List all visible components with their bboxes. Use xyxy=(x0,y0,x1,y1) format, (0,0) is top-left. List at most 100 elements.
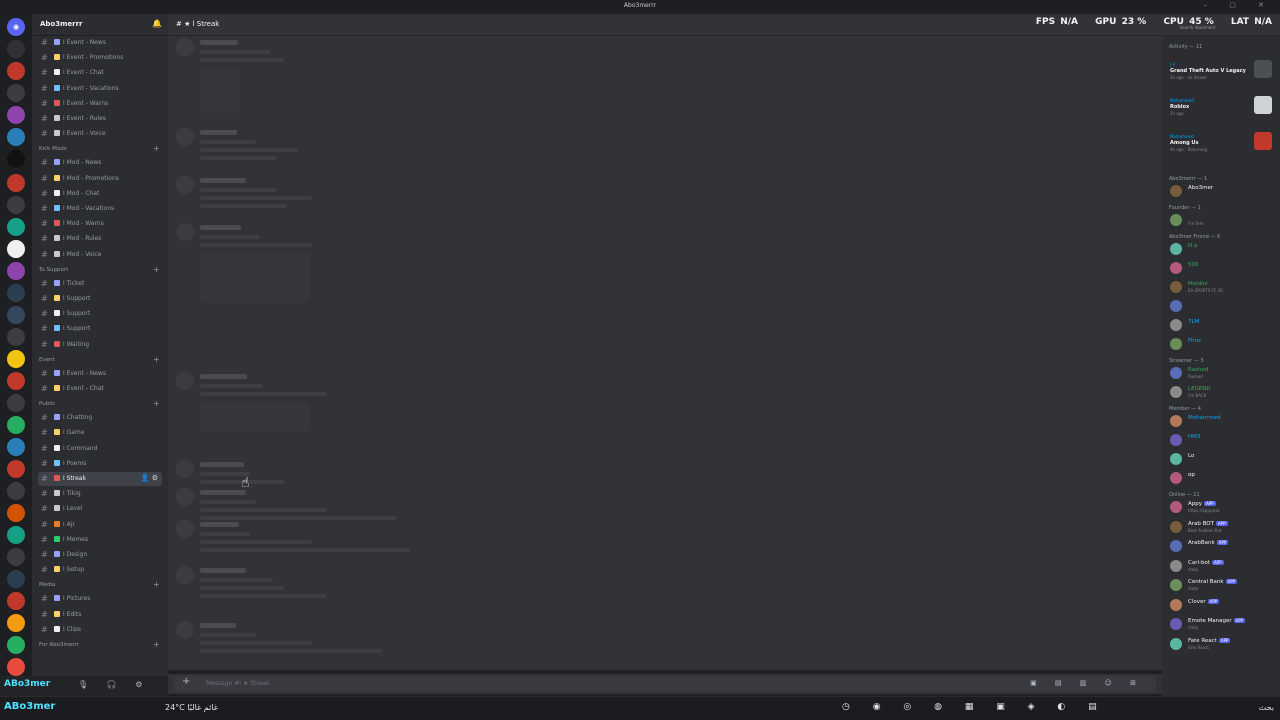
activity-card[interactable]: Mohammed Among Us 4h ago · Returning xyxy=(1168,132,1276,168)
taskbar-search[interactable]: بحث xyxy=(1259,703,1274,712)
server-icon[interactable] xyxy=(7,372,25,390)
member-item[interactable]: 506 xyxy=(1168,261,1278,275)
server-icon[interactable] xyxy=(7,482,25,500)
member-item[interactable]: Clover APP xyxy=(1168,598,1278,612)
server-icon[interactable] xyxy=(7,504,25,522)
server-icon[interactable] xyxy=(7,438,25,456)
channel-item[interactable]: # ا Event - Rules xyxy=(38,112,162,126)
server-icon[interactable] xyxy=(7,350,25,368)
taskbar-apps[interactable]: ◷ ◉ ◎ ◍ ▦ ▣ ◈ ◐ ▤ xyxy=(842,702,1107,712)
server-icon[interactable] xyxy=(7,150,25,168)
add-channel-icon[interactable]: + xyxy=(153,640,160,649)
server-icon[interactable] xyxy=(7,614,25,632)
category-header[interactable]: Public + xyxy=(39,399,160,408)
add-channel-icon[interactable]: + xyxy=(153,265,160,274)
channel-item[interactable]: # ا Ticket xyxy=(38,277,162,291)
channel-item[interactable]: # ا Waiting xyxy=(38,338,162,352)
weather-widget[interactable]: 24°C غائم غالبًا xyxy=(165,703,218,712)
channel-item[interactable]: # ا Mod - Chat xyxy=(38,187,162,201)
member-item[interactable]: Arab BOT APP Best Arabian Bot xyxy=(1168,520,1278,534)
member-item[interactable]: Central Bank APP/help xyxy=(1168,578,1278,592)
category-header[interactable]: Event + xyxy=(39,355,160,364)
server-icon[interactable] xyxy=(7,262,25,280)
server-icon[interactable] xyxy=(7,128,25,146)
channel-item[interactable]: # ا Design xyxy=(38,548,162,562)
composer-tools[interactable]: ▣ ▤ ▥ ☺ ⊞ xyxy=(1030,679,1144,687)
server-icon[interactable] xyxy=(7,174,25,192)
add-channel-icon[interactable]: + xyxy=(153,399,160,408)
channel-item[interactable]: # ا Mod - Vacations xyxy=(38,202,162,216)
category-header[interactable]: Media + xyxy=(39,580,160,589)
activity-card[interactable]: J V Grand Theft Auto V Legacy 2h ago · 4x … xyxy=(1168,60,1276,96)
channel-item[interactable]: # ا Clips xyxy=(38,623,162,637)
member-item[interactable]: Abo3mer xyxy=(1168,184,1278,198)
add-channel-icon[interactable]: + xyxy=(153,355,160,364)
member-item[interactable]: HM3 xyxy=(1168,433,1278,447)
member-item[interactable]: Fate React APP Fate React xyxy=(1168,637,1278,651)
server-icon[interactable] xyxy=(7,636,25,654)
window-controls[interactable]: – ▢ ✕ xyxy=(1204,1,1274,9)
member-item[interactable]: 7LM xyxy=(1168,318,1278,332)
category-header[interactable]: Kick Mods + xyxy=(39,144,160,153)
channel-item[interactable]: # ا Support xyxy=(38,307,162,321)
plus-icon[interactable]: + xyxy=(182,676,190,687)
server-icon[interactable] xyxy=(7,394,25,412)
server-icon[interactable] xyxy=(7,62,25,80)
channel-item[interactable]: # ا Memes xyxy=(38,533,162,547)
server-icon[interactable] xyxy=(7,526,25,544)
channel-item[interactable]: # ا Level xyxy=(38,502,162,516)
member-item[interactable]: Rashed Rashed xyxy=(1168,366,1278,380)
channel-item[interactable]: # ا Poems xyxy=(38,457,162,471)
server-icon[interactable] xyxy=(7,658,25,676)
activity-card[interactable]: Mohammed Roblox 2h ago xyxy=(1168,96,1276,132)
server-icon[interactable] xyxy=(7,218,25,236)
channel-item[interactable]: # ا Mod - Promotions xyxy=(38,172,162,186)
channel-item[interactable]: # ا Event - News xyxy=(38,367,162,381)
channel-item[interactable]: # ا Event - Chat xyxy=(38,382,162,396)
taskbar-user[interactable]: ABo3mer xyxy=(4,701,55,712)
member-item[interactable] xyxy=(1168,299,1278,313)
channel-settings-icon[interactable]: 👤 ⚙ xyxy=(141,474,158,482)
channel-item[interactable]: # ا Support xyxy=(38,292,162,306)
channel-item[interactable]: # ا Mod - Voice xyxy=(38,248,162,262)
member-item[interactable]: Lo xyxy=(1168,452,1278,466)
server-icon[interactable] xyxy=(7,328,25,346)
channel-item[interactable]: # ا Event - News xyxy=(38,36,162,50)
channel-item[interactable]: # ا Setup xyxy=(38,563,162,577)
channel-item[interactable]: # ا Mod - News xyxy=(38,156,162,170)
server-icon[interactable] xyxy=(7,84,25,102)
server-icon[interactable] xyxy=(7,460,25,478)
channel-item[interactable]: # ا Edits xyxy=(38,608,162,622)
channel-item[interactable]: # ا Chatting xyxy=(38,411,162,425)
server-icon[interactable] xyxy=(7,416,25,434)
channel-item[interactable]: # ا Event - Promotions xyxy=(38,51,162,65)
member-item[interactable]: N a xyxy=(1168,242,1278,256)
server-icon[interactable] xyxy=(7,40,25,58)
server-icon[interactable] xyxy=(7,284,25,302)
category-header[interactable]: To Support + xyxy=(39,265,160,274)
member-item[interactable]: LEGEND I'm BACK xyxy=(1168,385,1278,399)
member-item[interactable]: I'm Tem xyxy=(1168,213,1278,227)
member-item[interactable]: Maldini EA SPORTS FC 26 xyxy=(1168,280,1278,294)
channel-item[interactable]: # ا Event - Voice xyxy=(38,127,162,141)
message-input-box[interactable]: + Message #ا ★ Streak ▣ ▤ ▥ ☺ ⊞ xyxy=(174,676,1156,692)
category-header[interactable]: For Abo3merrr + xyxy=(39,640,160,649)
add-channel-icon[interactable]: + xyxy=(153,580,160,589)
search-input[interactable]: Search Abo3merrr xyxy=(1180,25,1216,30)
server-icon[interactable] xyxy=(7,196,25,214)
channel-item[interactable]: # ا Streak 👤 ⚙ xyxy=(38,472,162,486)
server-icon[interactable] xyxy=(7,306,25,324)
channel-item[interactable]: # ا Pictures xyxy=(38,592,162,606)
user-name[interactable]: ABo3mer xyxy=(4,679,50,689)
channel-item[interactable]: # ا Event - Chat xyxy=(38,66,162,80)
member-item[interactable]: Mohammed xyxy=(1168,414,1278,428)
member-item[interactable]: Carl-bot APP/help xyxy=(1168,559,1278,573)
add-channel-icon[interactable]: + xyxy=(153,144,160,153)
channel-item[interactable]: # ا Mod - Warns xyxy=(38,217,162,231)
server-icon[interactable] xyxy=(7,592,25,610)
server-icon[interactable] xyxy=(7,548,25,566)
channel-item[interactable]: # ا Event - Vacations xyxy=(38,82,162,96)
server-header[interactable]: Abo3merrr 🔔 xyxy=(32,14,168,36)
member-item[interactable]: Appy APP https://appy.bot xyxy=(1168,500,1278,514)
server-icon[interactable] xyxy=(7,240,25,258)
